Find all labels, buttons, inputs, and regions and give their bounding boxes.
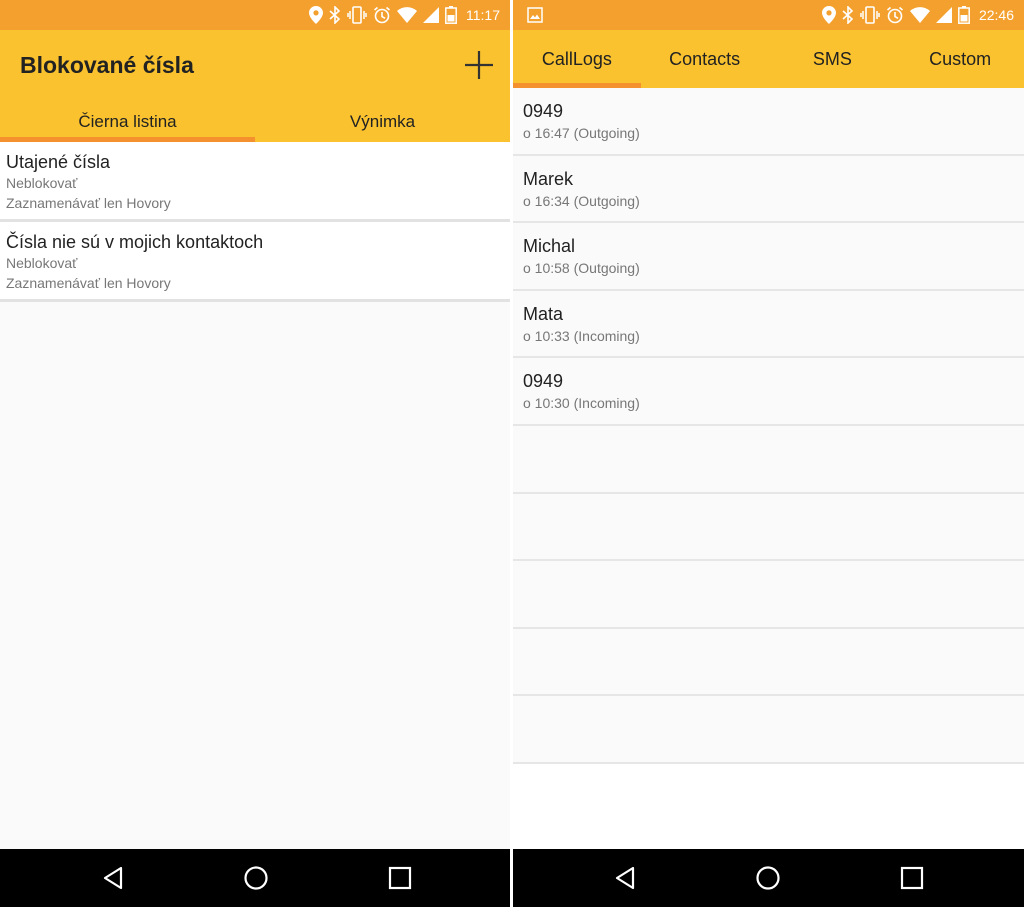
list-item-block-mode: Neblokovať xyxy=(6,175,78,191)
page-title: Blokované čísla xyxy=(20,52,194,78)
location-icon xyxy=(309,6,323,24)
tab-custom[interactable]: Custom xyxy=(896,30,1024,88)
call-log-row[interactable]: 0949 o 16:47 (Outgoing) xyxy=(513,88,1024,156)
back-button[interactable] xyxy=(613,865,639,891)
wifi-icon xyxy=(397,7,417,23)
home-button[interactable] xyxy=(755,865,781,891)
empty-row xyxy=(513,628,1024,697)
add-button[interactable] xyxy=(462,48,496,82)
list-item-unknown-numbers[interactable]: Čísla nie sú v mojich kontaktoch Nebloko… xyxy=(0,222,510,302)
location-icon xyxy=(821,6,836,24)
tab-exception[interactable]: Výnimka xyxy=(255,106,510,142)
status-bar: 22:46 xyxy=(513,0,1024,30)
call-log-name: Michal xyxy=(523,236,576,257)
list-item-hidden-numbers[interactable]: Utajené čísla Neblokovať Zaznamenávať le… xyxy=(0,142,510,222)
call-log-detail: o 10:33 (Incoming) xyxy=(523,327,640,344)
blocked-list: Utajené čísla Neblokovať Zaznamenávať le… xyxy=(0,142,510,302)
plus-icon xyxy=(465,51,493,79)
recents-icon xyxy=(900,866,924,890)
list-item-title: Čísla nie sú v mojich kontaktoch xyxy=(6,232,264,252)
call-log-detail: o 16:34 (Outgoing) xyxy=(523,192,640,209)
alarm-icon xyxy=(886,6,903,24)
call-log-row[interactable]: Michal o 10:58 (Outgoing) xyxy=(513,223,1024,291)
left-phone-screen: 11:17 Blokované čísla Čierna listina Výn… xyxy=(0,0,510,907)
vibrate-icon xyxy=(347,6,367,24)
call-log-row[interactable]: Marek o 16:34 (Outgoing) xyxy=(513,155,1024,224)
bluetooth-icon xyxy=(842,6,854,24)
home-icon xyxy=(244,866,268,890)
empty-row xyxy=(513,493,1024,562)
tab-blacklist[interactable]: Čierna listina xyxy=(0,106,255,142)
app-bar: Blokované čísla Čierna listina Výnimka xyxy=(0,30,510,142)
call-log-name: Marek xyxy=(523,168,574,189)
image-notification-icon xyxy=(527,7,543,23)
tab-sms[interactable]: SMS xyxy=(769,30,897,88)
recents-button[interactable] xyxy=(387,865,413,891)
right-phone-screen: 22:46 CallLogs Contacts SMS Custom 0949 … xyxy=(513,0,1024,907)
recents-icon xyxy=(388,866,412,890)
call-log-row[interactable]: Mata o 10:33 (Incoming) xyxy=(513,290,1024,359)
bluetooth-icon xyxy=(329,6,341,24)
back-icon xyxy=(615,866,635,890)
list-item-title: Utajené čísla xyxy=(6,152,111,172)
signal-icon xyxy=(423,7,439,23)
call-log-name: 0949 xyxy=(523,101,564,121)
list-empty-space xyxy=(513,763,1024,849)
battery-icon xyxy=(445,6,457,24)
list-item-log-mode: Zaznamenávať len Hovory xyxy=(6,275,171,291)
tab-calllogs[interactable]: CallLogs xyxy=(513,30,641,88)
alarm-icon xyxy=(373,6,391,24)
notification-area xyxy=(527,7,543,28)
empty-row xyxy=(513,561,1024,629)
empty-row xyxy=(513,696,1024,764)
back-button[interactable] xyxy=(101,865,127,891)
status-clock: 11:17 xyxy=(466,7,500,23)
tab-bar: Čierna listina Výnimka xyxy=(0,106,510,142)
tab-contacts[interactable]: Contacts xyxy=(641,30,769,88)
call-log-detail: o 10:58 (Outgoing) xyxy=(523,260,640,277)
signal-icon xyxy=(935,7,952,23)
list-item-log-mode: Zaznamenávať len Hovory xyxy=(6,195,171,211)
call-log-name: Mata xyxy=(523,303,564,324)
call-log-detail: o 10:30 (Incoming) xyxy=(523,395,640,412)
navigation-bar xyxy=(513,849,1024,907)
recents-button[interactable] xyxy=(899,865,925,891)
status-bar: 11:17 xyxy=(0,0,510,30)
wifi-icon xyxy=(909,7,930,23)
call-log-name: 0949 xyxy=(523,371,564,392)
status-icons: 11:17 xyxy=(309,0,500,30)
back-icon xyxy=(103,866,123,890)
status-icons: 22:46 xyxy=(821,0,1014,30)
call-log-list: 0949 o 16:47 (Outgoing) Marek o 16:34 (O… xyxy=(513,88,1024,849)
list-item-block-mode: Neblokovať xyxy=(6,255,78,271)
status-clock: 22:46 xyxy=(978,7,1014,23)
call-log-detail: o 16:47 (Outgoing) xyxy=(523,125,640,141)
tab-bar: CallLogs Contacts SMS Custom xyxy=(513,30,1024,88)
vibrate-icon xyxy=(860,6,880,24)
battery-icon xyxy=(958,6,970,24)
home-button[interactable] xyxy=(243,865,269,891)
home-icon xyxy=(756,866,780,890)
call-log-row[interactable]: 0949 o 10:30 (Incoming) xyxy=(513,358,1024,426)
navigation-bar xyxy=(0,849,510,907)
empty-row xyxy=(513,425,1024,494)
